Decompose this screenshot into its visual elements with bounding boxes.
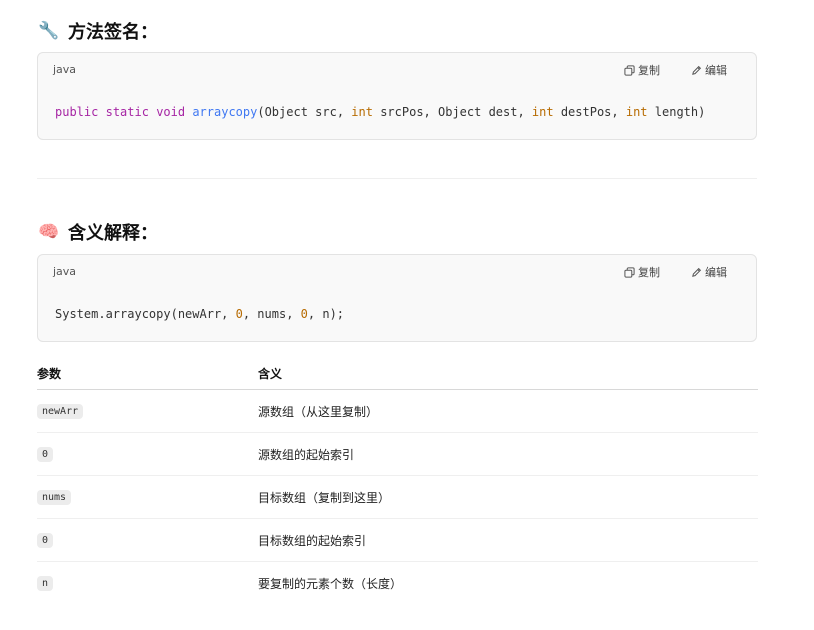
meaning-cell: 源数组的起始索引 bbox=[258, 432, 758, 476]
param-cell: n bbox=[37, 562, 258, 605]
code-token: arraycopy bbox=[192, 105, 258, 119]
meaning-cell: 要复制的元素个数（长度） bbox=[258, 576, 403, 591]
param-cell: 0 bbox=[37, 518, 258, 562]
edit-button[interactable]: 编辑 bbox=[691, 264, 727, 280]
section-title: 含义解释： bbox=[68, 223, 158, 244]
code-token: void bbox=[156, 105, 186, 119]
code-token: 0 bbox=[235, 307, 243, 321]
table-row: n 要复制的元素个数（长度） bbox=[37, 562, 758, 605]
table-row: newArr 源数组（从这里复制） bbox=[37, 389, 758, 433]
edit-button[interactable]: 编辑 bbox=[691, 62, 727, 78]
main-content: 🔧 方法签名： java 复制 编辑 public static void ar… bbox=[37, 0, 758, 604]
copy-button[interactable]: 复制 bbox=[624, 264, 660, 280]
parameter-table: 参数 含义 newArr 源数组（从这里复制） 0 源数组的起始索引 nums … bbox=[37, 357, 758, 604]
code-actions: 复制 编辑 bbox=[624, 264, 727, 280]
code-token: length) bbox=[647, 105, 706, 119]
copy-label: 复制 bbox=[638, 266, 660, 279]
code-token: , n); bbox=[307, 307, 345, 321]
copy-icon bbox=[624, 266, 635, 278]
copy-label: 复制 bbox=[638, 64, 660, 77]
section-divider bbox=[37, 178, 757, 179]
param-code: newArr bbox=[37, 404, 84, 419]
param-code: 0 bbox=[37, 533, 54, 548]
code-token: int bbox=[531, 105, 554, 119]
column-header-param: 参数 bbox=[37, 357, 258, 390]
code-line: System.arraycopy(newArr, 0, nums, 0, n); bbox=[55, 307, 344, 321]
code-token: srcPos, Object dest, bbox=[372, 105, 532, 119]
code-language-label: java bbox=[53, 265, 77, 278]
table-row: nums 目标数组（复制到这里） bbox=[37, 475, 758, 519]
code-block-example: java 复制 编辑 System.arraycopy(newArr, 0, n… bbox=[37, 254, 757, 342]
edit-icon bbox=[692, 65, 702, 75]
code-token: int bbox=[351, 105, 373, 119]
table-row: 0 目标数组的起始索引 bbox=[37, 518, 758, 562]
section-heading-signature: 🔧 方法签名： bbox=[37, 19, 757, 43]
edit-label: 编辑 bbox=[705, 266, 727, 279]
code-token: , nums, bbox=[242, 307, 301, 321]
code-token: (Object src, bbox=[257, 105, 352, 119]
edit-label: 编辑 bbox=[705, 64, 727, 77]
code-token: static bbox=[105, 105, 149, 119]
meaning-cell: 目标数组的起始索引 bbox=[258, 518, 758, 562]
edit-icon bbox=[692, 267, 702, 277]
code-line: public static void arraycopy(Object src,… bbox=[55, 105, 705, 119]
code-token: 0 bbox=[300, 307, 308, 321]
param-cell: newArr bbox=[37, 389, 258, 433]
column-header-meaning: 含义 bbox=[258, 357, 758, 390]
param-code: nums bbox=[37, 490, 72, 505]
code-token: int bbox=[625, 105, 648, 119]
param-code: 0 bbox=[37, 447, 54, 462]
meaning-cell: 源数组（从这里复制） bbox=[258, 389, 758, 433]
section-title: 方法签名： bbox=[68, 22, 158, 43]
param-cell: nums bbox=[37, 475, 258, 519]
copy-icon bbox=[624, 64, 635, 76]
brain-icon: 🧠 bbox=[38, 222, 60, 242]
param-cell: 0 bbox=[37, 432, 258, 476]
code-token: System.arraycopy(newArr, bbox=[55, 307, 236, 321]
code-token: public bbox=[55, 105, 99, 119]
section-heading-meaning: 🧠 含义解释： bbox=[37, 220, 757, 244]
code-token: destPos, bbox=[553, 105, 626, 119]
code-actions: 复制 编辑 bbox=[624, 62, 727, 78]
copy-button[interactable]: 复制 bbox=[624, 62, 660, 78]
wrench-icon: 🔧 bbox=[38, 21, 60, 41]
meaning-cell: 目标数组（复制到这里） bbox=[258, 475, 758, 519]
table-row: 0 源数组的起始索引 bbox=[37, 432, 758, 476]
param-code: n bbox=[37, 576, 54, 591]
table-header-row: 参数 含义 bbox=[37, 357, 758, 390]
code-language-label: java bbox=[53, 63, 77, 76]
code-block-signature: java 复制 编辑 public static void arraycopy(… bbox=[37, 52, 757, 140]
